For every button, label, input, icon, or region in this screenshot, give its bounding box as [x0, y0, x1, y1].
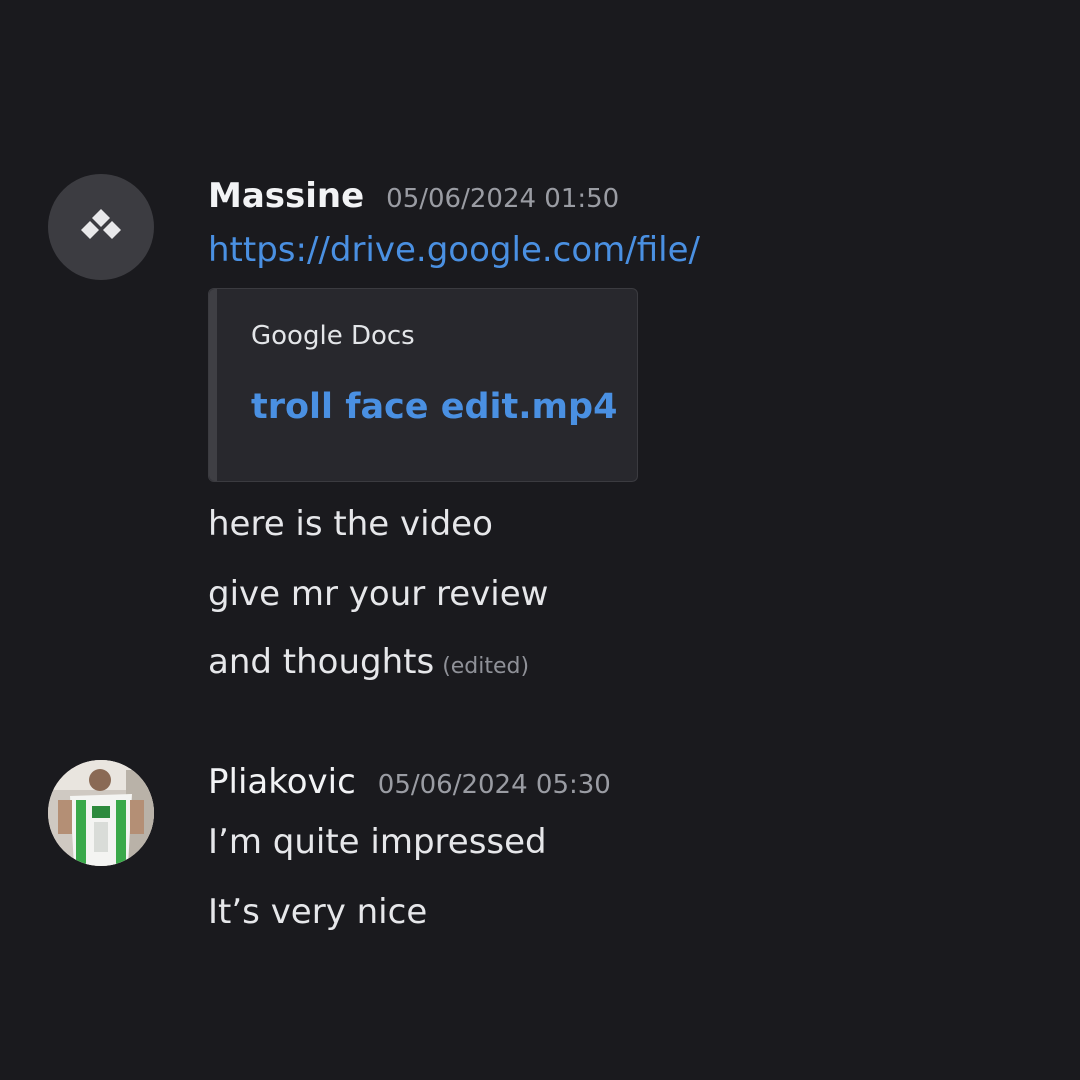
timestamp[interactable]: 05/06/2024 01:50 [386, 184, 619, 214]
message-content: Massine 05/06/2024 01:50 https://drive.g… [208, 174, 1028, 687]
message-text: give mr your review [208, 574, 549, 614]
embed-accent-bar [209, 289, 217, 481]
link-embed: Google Docs troll face edit.mp4 [208, 288, 638, 482]
message-text: and thoughts [208, 642, 435, 682]
timestamp[interactable]: 05/06/2024 05:30 [378, 770, 611, 800]
message-header: Pliakovic 05/06/2024 05:30 [208, 762, 1028, 802]
message-item: Pliakovic 05/06/2024 05:30 I’m quite imp… [48, 760, 1048, 960]
message-header: Massine 05/06/2024 01:50 [208, 176, 1028, 216]
username[interactable]: Massine [208, 176, 364, 216]
username[interactable]: Pliakovic [208, 762, 356, 802]
avatar[interactable] [48, 760, 154, 866]
message-text: I’m quite impressed [208, 822, 547, 862]
message-content: Pliakovic 05/06/2024 05:30 I’m quite imp… [208, 760, 1028, 932]
message-text: here is the video [208, 504, 493, 544]
embed-provider[interactable]: Google Docs [251, 321, 415, 351]
message-text-edited: and thoughts (edited) [208, 642, 1028, 687]
message-text: It’s very nice [208, 892, 428, 932]
edited-label: (edited) [442, 654, 530, 679]
embed-title-link[interactable]: troll face edit.mp4 [251, 387, 617, 427]
user-photo-avatar [48, 760, 154, 866]
drive-link[interactable]: https://drive.google.com/file/ [208, 230, 1028, 270]
default-avatar-icon [81, 209, 121, 239]
message-item: Massine 05/06/2024 01:50 https://drive.g… [48, 174, 1048, 694]
avatar[interactable] [48, 174, 154, 280]
